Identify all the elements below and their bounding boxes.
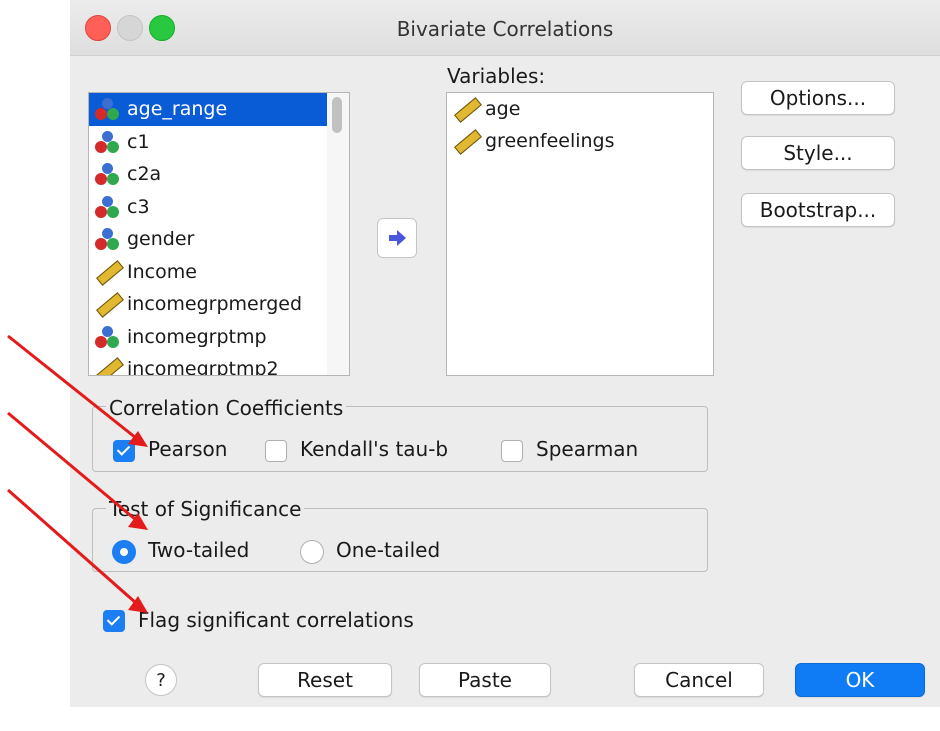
spearman-label: Spearman — [536, 437, 639, 461]
bootstrap-button[interactable]: Bootstrap... — [741, 193, 895, 227]
list-item-label: c1 — [127, 130, 150, 153]
move-to-variables-button[interactable] — [377, 218, 417, 258]
correlation-coefficients-legend: Correlation Coefficients — [106, 396, 347, 420]
kendall-label: Kendall's tau-b — [300, 437, 449, 461]
source-variable-list[interactable]: age_range c1 c2a c3 gender Income income… — [88, 92, 350, 376]
list-item-label: gender — [127, 228, 195, 251]
paste-button[interactable]: Paste — [419, 663, 551, 697]
cancel-button[interactable]: Cancel — [634, 663, 764, 697]
list-item[interactable]: c2a — [89, 158, 349, 191]
flag-significant-label: Flag significant correlations — [138, 608, 414, 632]
arrow-right-icon — [389, 230, 406, 246]
scale-icon — [95, 292, 124, 319]
style-button[interactable]: Style... — [741, 136, 895, 170]
nominal-icon — [95, 227, 121, 251]
help-icon: ? — [156, 669, 166, 691]
scrollbar-thumb[interactable] — [332, 97, 342, 133]
list-item-label: age_range — [127, 98, 228, 121]
options-button[interactable]: Options... — [741, 81, 895, 115]
two-tailed-radio[interactable] — [112, 540, 136, 564]
nominal-icon — [95, 325, 121, 349]
list-item[interactable]: incomegrptmp — [89, 321, 349, 354]
list-item-label: greenfeelings — [485, 130, 615, 152]
list-item-label: c2a — [127, 163, 162, 186]
list-item-label: incomegrptmp2 — [127, 358, 279, 376]
reset-button[interactable]: Reset — [258, 663, 392, 697]
list-item-label: c3 — [127, 195, 150, 218]
list-item[interactable]: age_range — [89, 93, 329, 126]
two-tailed-label: Two-tailed — [148, 538, 250, 562]
nominal-icon — [95, 97, 121, 121]
spearman-checkbox[interactable] — [501, 440, 523, 462]
nominal-icon — [95, 162, 121, 186]
dialog-window: Bivariate Correlations age_range c1 c2a … — [70, 0, 940, 707]
one-tailed-label: One-tailed — [336, 538, 441, 562]
scale-icon — [453, 97, 482, 123]
scale-icon — [95, 259, 124, 286]
list-item[interactable]: gender — [89, 223, 349, 256]
kendall-checkbox[interactable] — [265, 440, 287, 462]
list-item-label: Income — [127, 260, 197, 283]
list-scrollbar[interactable] — [327, 93, 349, 375]
ok-button[interactable]: OK — [795, 663, 925, 697]
nominal-icon — [95, 195, 121, 219]
variables-label: Variables: — [447, 64, 546, 88]
window-title: Bivariate Correlations — [396, 17, 614, 41]
nominal-icon — [95, 130, 121, 154]
scale-icon — [453, 129, 482, 155]
list-item-label: incomegrpmerged — [127, 293, 303, 316]
title-bar: Bivariate Correlations — [70, 0, 940, 56]
test-of-significance-legend: Test of Significance — [106, 497, 305, 521]
list-item[interactable]: incomegrptmp2 — [89, 353, 349, 376]
scale-icon — [95, 357, 124, 375]
list-item[interactable]: greenfeelings — [447, 125, 713, 157]
list-item[interactable]: c1 — [89, 126, 349, 159]
list-item[interactable]: Income — [89, 256, 349, 289]
help-button[interactable]: ? — [145, 664, 177, 696]
list-item-label: incomegrptmp — [127, 325, 267, 348]
pearson-checkbox[interactable] — [113, 440, 135, 462]
flag-significant-checkbox[interactable] — [103, 610, 125, 632]
list-item-label: age — [485, 98, 521, 120]
one-tailed-radio[interactable] — [300, 540, 324, 564]
pearson-label: Pearson — [148, 437, 228, 461]
list-item[interactable]: incomegrpmerged — [89, 288, 349, 321]
list-item[interactable]: c3 — [89, 191, 349, 224]
variables-list[interactable]: age greenfeelings — [446, 92, 714, 376]
list-item[interactable]: age — [447, 93, 713, 125]
